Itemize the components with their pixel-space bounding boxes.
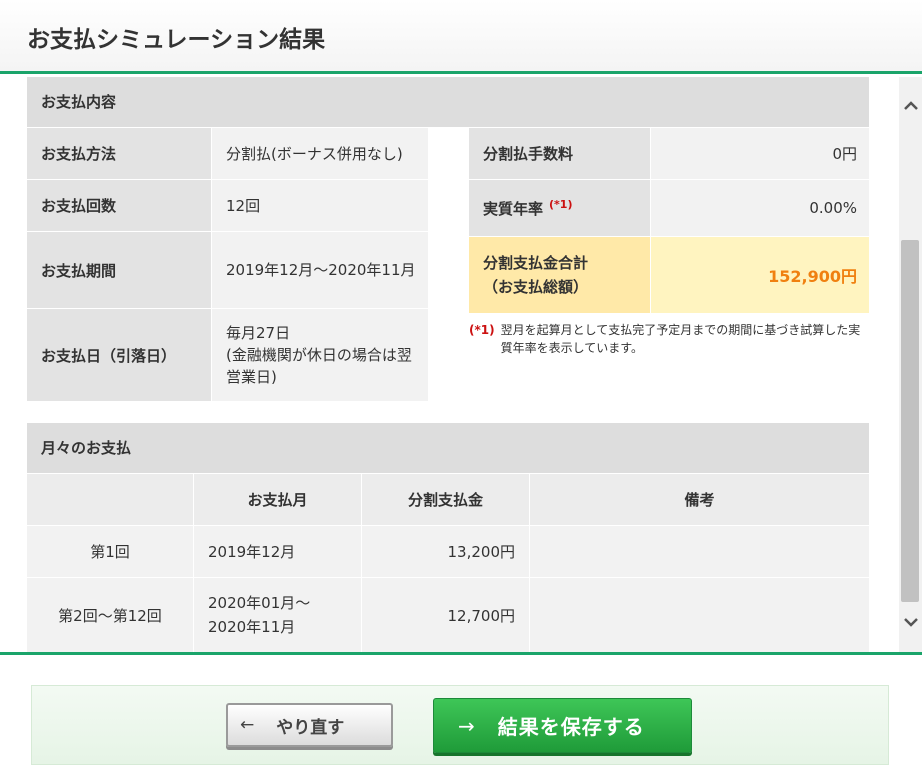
save-button-label: 結果を保存する — [497, 715, 645, 739]
total-label: 分割支払金合計 （お支払総額） — [469, 237, 650, 313]
scroll-down-icon[interactable] — [899, 610, 922, 634]
period-value: 2019年12月～2020年11月 — [212, 232, 428, 308]
count-label: お支払回数 — [27, 180, 211, 231]
scrollbar-thumb[interactable] — [901, 240, 919, 602]
row2-note — [530, 578, 869, 652]
results-content: お支払内容 お支払方法 分割払(ボーナス併用なし) お支払回数 12回 お支払期… — [0, 77, 922, 652]
fee-value: 0円 — [651, 128, 869, 179]
method-label: お支払方法 — [27, 128, 211, 179]
row1-label: 第1回 — [27, 526, 193, 577]
row1-amount: 13,200円 — [362, 526, 529, 577]
save-result-button[interactable]: → 結果を保存する — [433, 698, 692, 753]
redo-button[interactable]: ← やり直す — [226, 703, 393, 747]
page-header: お支払シミュレーション結果 — [0, 0, 922, 74]
scroll-up-icon[interactable] — [899, 94, 922, 118]
row2-month: 2020年01月～ 2020年11月 — [194, 578, 361, 652]
content-bottom-divider — [0, 652, 922, 655]
period-label: お支払期間 — [27, 232, 211, 308]
apr-label-text: 実質年率 — [483, 199, 544, 218]
apr-value: 0.00% — [651, 180, 869, 236]
method-value: 分割払(ボーナス併用なし) — [212, 128, 428, 179]
monthly-title: 月々のお支払 — [27, 423, 869, 473]
footnote-mark: (*1) — [469, 323, 495, 337]
apr-note-mark: (*1) — [549, 197, 573, 211]
monthly-header-month: お支払月 — [194, 474, 361, 525]
footnote-text: 翌月を起算月として支払完了予定月までの期間に基づき試算した実質年率を表示していま… — [500, 323, 861, 355]
row2-amount: 12,700円 — [362, 578, 529, 652]
apr-label: 実質年率 (*1) — [469, 180, 650, 236]
apr-footnote: (*1) 翌月を起算月として支払完了予定月までの期間に基づき試算した実質年率を表… — [469, 321, 869, 357]
redo-button-label: やり直す — [276, 717, 345, 738]
monthly-header-note: 備考 — [530, 474, 869, 525]
row1-note — [530, 526, 869, 577]
right-arrow-icon: → — [458, 713, 476, 738]
total-value: 152,900円 — [651, 237, 869, 313]
payment-details-title: お支払内容 — [27, 77, 869, 127]
fee-label: 分割払手数料 — [469, 128, 650, 179]
page-title: お支払シミュレーション結果 — [27, 27, 326, 53]
row2-label: 第2回～第12回 — [27, 578, 193, 652]
monthly-header-amount: 分割支払金 — [362, 474, 529, 525]
date-value: 毎月27日 (金融機関が休日の場合は翌営業日) — [212, 309, 428, 401]
date-label: お支払日（引落日） — [27, 309, 211, 401]
left-arrow-icon: ← — [240, 715, 255, 735]
count-value: 12回 — [212, 180, 428, 231]
monthly-header-blank — [27, 474, 193, 525]
row1-month: 2019年12月 — [194, 526, 361, 577]
